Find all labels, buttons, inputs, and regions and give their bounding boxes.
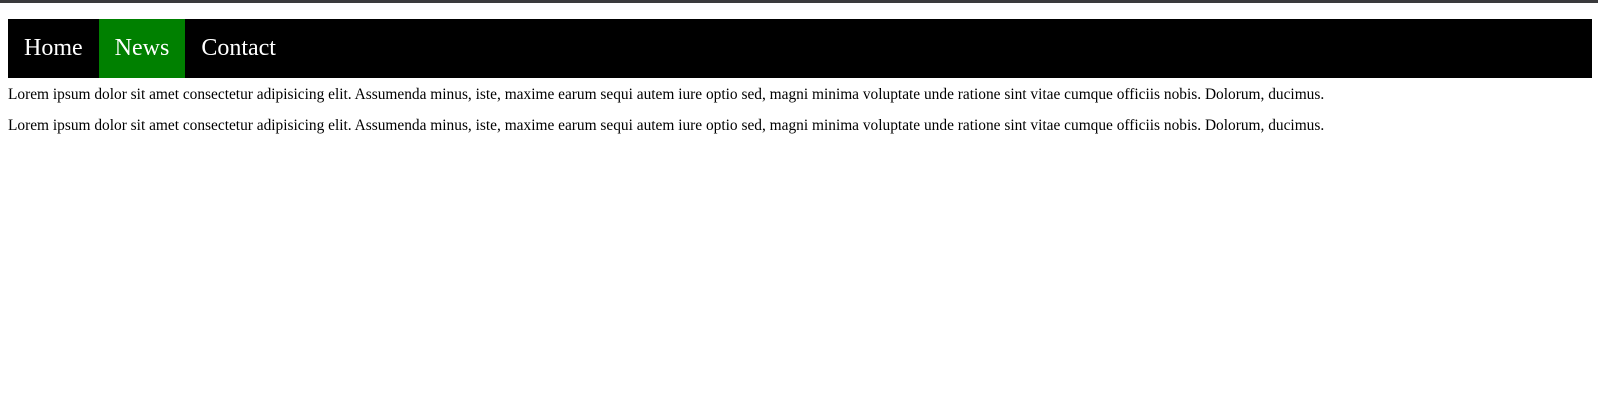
browser-top-edge (0, 0, 1598, 3)
paragraph: Lorem ipsum dolor sit amet consectetur a… (8, 86, 1325, 103)
nav-item-home[interactable]: Home (8, 19, 99, 78)
nav-item-news[interactable]: News (98, 19, 186, 78)
top-navigation: Home News Contact (8, 19, 1592, 78)
nav-item-contact[interactable]: Contact (185, 19, 292, 78)
paragraph: Lorem ipsum dolor sit amet consectetur a… (8, 117, 1325, 134)
